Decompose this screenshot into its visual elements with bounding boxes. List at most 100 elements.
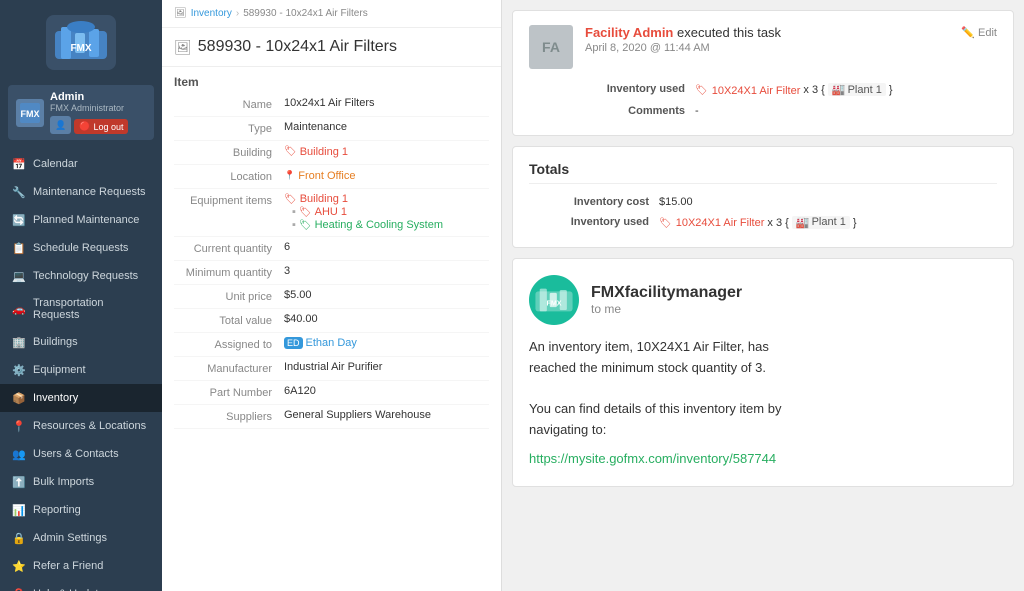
- field-value-manufacturer: Industrial Air Purifier: [284, 361, 489, 373]
- sidebar-item-transportation[interactable]: 🚗 Transportation Requests: [0, 290, 162, 328]
- totals-value-used: 🏷 10X24X1 Air Filter x 3 { 🏭 Plant 1 }: [659, 216, 857, 230]
- activity-card: FA Facility Admin executed this task ✏️ …: [512, 10, 1014, 136]
- field-value-equipment: 🏷 Building 1 ▪ 🏷 AHU 1 ▪ 🏷 Heating & Coo…: [284, 193, 489, 232]
- equipment-item-2[interactable]: ▪ 🏷 Heating & Cooling System: [284, 219, 489, 231]
- sidebar-item-calendar[interactable]: 📅 Calendar: [0, 150, 162, 178]
- field-value-location: Front Office: [284, 169, 489, 182]
- totals-inventory-tag[interactable]: 🏷 10X24X1 Air Filter: [659, 217, 764, 229]
- email-body: An inventory item, 10X24X1 Air Filter, h…: [529, 337, 997, 470]
- inventory-tag[interactable]: 🏷 10X24X1 Air Filter: [695, 85, 800, 97]
- svg-text:FMX: FMX: [70, 43, 91, 54]
- detail-row-name: Name 10x24x1 Air Filters: [174, 93, 489, 117]
- email-link[interactable]: https://mysite.gofmx.com/inventory/58774…: [529, 449, 997, 470]
- sidebar-item-users[interactable]: 👥 Users & Contacts: [0, 440, 162, 468]
- field-label-name: Name: [174, 97, 284, 111]
- activity-value-inventory: 🏷 10X24X1 Air Filter x 3 { 🏭 Plant 1 }: [695, 83, 997, 97]
- sidebar-item-refer[interactable]: ⭐ Refer a Friend: [0, 552, 162, 580]
- detail-row-type: Type Maintenance: [174, 117, 489, 141]
- sidebar-item-label: Technology Requests: [33, 270, 138, 282]
- profile-button[interactable]: 👤: [50, 116, 71, 134]
- detail-row-assigned: Assigned to ED Ethan Day: [174, 333, 489, 357]
- building-tag[interactable]: Building 1: [284, 146, 348, 158]
- equipment-name-0: Building 1: [300, 193, 348, 205]
- field-label-assigned: Assigned to: [174, 337, 284, 351]
- sidebar-item-planned[interactable]: 🔄 Planned Maintenance: [0, 206, 162, 234]
- activity-body: Inventory used 🏷 10X24X1 Air Filter x 3 …: [585, 79, 997, 121]
- users-icon: 👥: [12, 447, 26, 461]
- field-value-type: Maintenance: [284, 121, 489, 133]
- sidebar-item-technology[interactable]: 💻 Technology Requests: [0, 262, 162, 290]
- email-para-2: You can find details of this inventory i…: [529, 399, 997, 441]
- assigned-person-link[interactable]: ED Ethan Day: [284, 337, 489, 349]
- executor-name: Facility Admin: [585, 25, 673, 40]
- totals-title: Totals: [529, 161, 997, 184]
- equipment-item-1[interactable]: ▪ 🏷 AHU 1: [284, 206, 489, 218]
- edit-link[interactable]: ✏️ Edit: [961, 26, 997, 39]
- field-value-name: 10x24x1 Air Filters: [284, 97, 489, 109]
- sidebar-item-schedule[interactable]: 📋 Schedule Requests: [0, 234, 162, 262]
- totals-row-cost: Inventory cost $15.00: [529, 192, 997, 212]
- content-wrapper: 🖼 Inventory › 589930 - 10x24x1 Air Filte…: [162, 0, 1024, 591]
- detail-row-suppliers: Suppliers General Suppliers Warehouse: [174, 405, 489, 429]
- activity-meta: Facility Admin executed this task ✏️ Edi…: [585, 25, 997, 54]
- field-label-manufacturer: Manufacturer: [174, 361, 284, 375]
- totals-plant-name: Plant 1: [812, 216, 846, 228]
- sidebar-item-label: Transportation Requests: [33, 297, 150, 321]
- detail-table: Name 10x24x1 Air Filters Type Maintenanc…: [162, 93, 501, 429]
- star-icon: ⭐: [12, 559, 26, 573]
- detail-title-text: 589930 - 10x24x1 Air Filters: [198, 38, 397, 56]
- item-icon: 🖼: [174, 39, 192, 56]
- field-label-building: Building: [174, 145, 284, 159]
- detail-row-part-number: Part Number 6A120: [174, 381, 489, 405]
- car-icon: 🚗: [12, 302, 26, 316]
- totals-row-used: Inventory used 🏷 10X24X1 Air Filter x 3 …: [529, 212, 997, 234]
- activity-header: FA Facility Admin executed this task ✏️ …: [529, 25, 997, 69]
- email-sender-info: FMXfacilitymanager to me: [591, 284, 742, 316]
- location-icon: 📍: [12, 419, 26, 433]
- sidebar-item-buildings[interactable]: 🏢 Buildings: [0, 328, 162, 356]
- sidebar-item-label: Bulk Imports: [33, 476, 94, 488]
- equipment-item-0[interactable]: 🏷 Building 1: [284, 193, 489, 205]
- detail-panel: 🖼 Inventory › 589930 - 10x24x1 Air Filte…: [162, 0, 502, 591]
- logo-box: FMX: [46, 15, 116, 70]
- totals-plant-tag: 🏭 Plant 1: [792, 216, 850, 229]
- fmx-email-avatar: FMX: [529, 275, 579, 325]
- sidebar-item-label: Admin Settings: [33, 532, 107, 544]
- breadcrumb-inventory-link[interactable]: Inventory: [191, 8, 232, 19]
- equipment-name-2: Heating & Cooling System: [315, 219, 443, 231]
- totals-item-name: 10X24X1 Air Filter: [676, 217, 765, 229]
- activity-field-comments: Comments -: [585, 101, 997, 121]
- activity-label-comments: Comments: [585, 105, 685, 117]
- user-avatar: FMX: [16, 99, 44, 127]
- location-tag[interactable]: Front Office: [284, 170, 355, 182]
- email-para-1: An inventory item, 10X24X1 Air Filter, h…: [529, 337, 997, 379]
- sidebar-item-bulk[interactable]: ⬆️ Bulk Imports: [0, 468, 162, 496]
- plant-name: Plant 1: [848, 84, 882, 96]
- fmx-logo-icon: FMX: [53, 21, 109, 65]
- sidebar-item-equipment[interactable]: ⚙️ Equipment: [0, 356, 162, 384]
- detail-row-min-qty: Minimum quantity 3: [174, 261, 489, 285]
- sidebar-item-inventory[interactable]: 📦 Inventory: [0, 384, 162, 412]
- sidebar-item-label: Planned Maintenance: [33, 214, 139, 226]
- sidebar-item-reporting[interactable]: 📊 Reporting: [0, 496, 162, 524]
- sidebar-item-label: Refer a Friend: [33, 560, 103, 572]
- sidebar-item-maintenance[interactable]: 🔧 Maintenance Requests: [0, 178, 162, 206]
- sidebar-item-admin[interactable]: 🔒 Admin Settings: [0, 524, 162, 552]
- detail-row-manufacturer: Manufacturer Industrial Air Purifier: [174, 357, 489, 381]
- activity-title-line: Facility Admin executed this task ✏️ Edi…: [585, 25, 997, 40]
- help-icon: ❓: [12, 587, 26, 591]
- breadcrumb-item: 589930 - 10x24x1 Air Filters: [243, 8, 368, 19]
- sidebar-item-help[interactable]: ❓ Help & Updates: [0, 580, 162, 591]
- breadcrumb-icon: 🖼: [174, 8, 187, 19]
- detail-row-unit-price: Unit price $5.00: [174, 285, 489, 309]
- logout-button[interactable]: 🔴 Log out: [74, 119, 128, 134]
- person-name: Ethan Day: [306, 337, 357, 349]
- svg-text:FMX: FMX: [21, 109, 40, 119]
- sidebar-item-label: Resources & Locations: [33, 420, 146, 432]
- plant-icon: 🏭: [832, 83, 846, 96]
- sidebar-item-resources[interactable]: 📍 Resources & Locations: [0, 412, 162, 440]
- field-value-part-number: 6A120: [284, 385, 489, 397]
- equipment-name-1: AHU 1: [315, 206, 347, 218]
- email-card: FMX FMXfacilitymanager to me An inventor…: [512, 258, 1014, 487]
- person-icon: ED: [284, 337, 303, 349]
